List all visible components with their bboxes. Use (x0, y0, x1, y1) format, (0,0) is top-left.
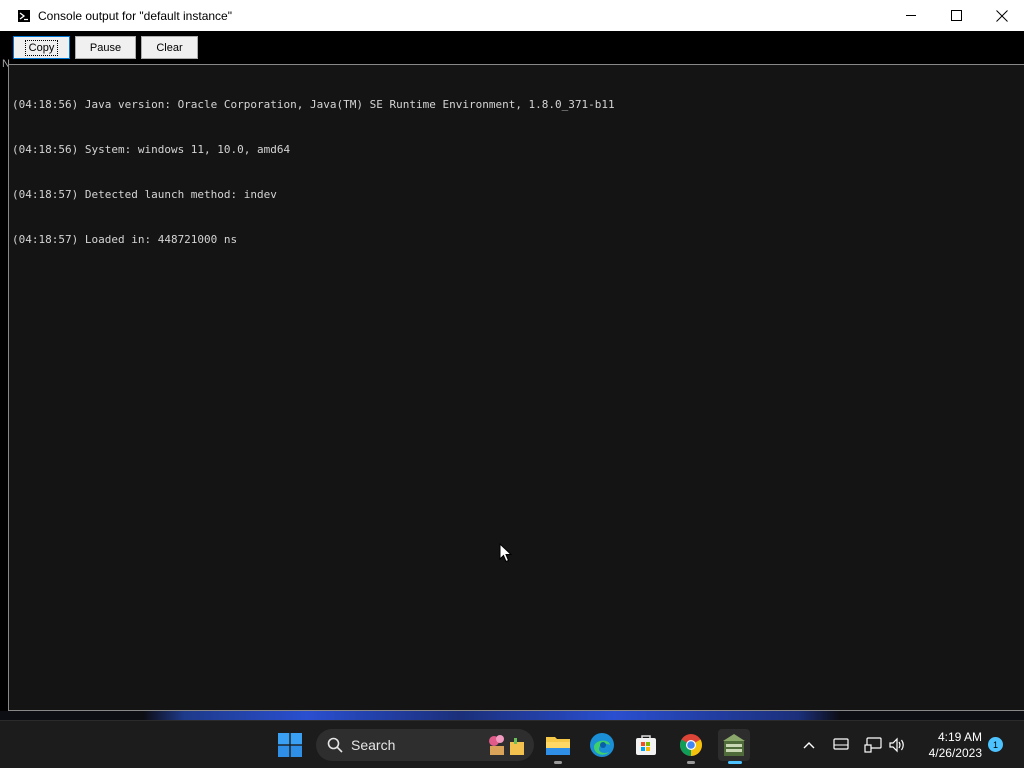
window-title: Console output for "default instance" (38, 8, 232, 23)
taskbar-file-explorer[interactable] (542, 729, 574, 764)
active-indicator (728, 761, 742, 764)
edge-browser-icon (590, 733, 614, 757)
game-app-icon (723, 734, 745, 756)
tray-network[interactable] (862, 729, 884, 761)
console-log: (04:18:56) Java version: Oracle Corporat… (12, 67, 615, 277)
pause-button[interactable]: Pause (75, 36, 136, 59)
desktop-wallpaper (0, 711, 1024, 720)
running-indicator (554, 761, 562, 764)
toolbar: Copy Pause Clear (0, 31, 1024, 64)
clear-button-label: Clear (156, 41, 183, 54)
notification-badge[interactable]: 1 (988, 737, 1003, 752)
file-explorer-icon (546, 737, 570, 755)
volume-icon (889, 737, 904, 753)
tray-volume[interactable] (886, 729, 908, 761)
windows-start-icon (278, 733, 302, 757)
copy-button-label: Copy (24, 39, 59, 56)
minimize-button[interactable] (889, 0, 934, 31)
log-line: (04:18:56) Java version: Oracle Corporat… (12, 98, 615, 111)
taskbar-chrome[interactable] (675, 729, 707, 764)
chrome-icon (680, 734, 702, 756)
pause-button-label: Pause (89, 41, 122, 54)
search-highlight-icon (489, 735, 524, 755)
taskbar: Search 4:19 AM 4/26/2023 (0, 720, 1024, 768)
show-hidden-icons[interactable] (798, 729, 820, 761)
copy-button[interactable]: Copy (13, 36, 70, 59)
clock-date: 4/26/2023 (928, 746, 982, 760)
taskbar-edge[interactable] (586, 729, 618, 761)
microsoft-store-icon (636, 735, 656, 755)
window-controls (889, 0, 1024, 31)
log-line: (04:18:56) System: windows 11, 10.0, amd… (12, 143, 291, 156)
maximize-button[interactable] (934, 0, 979, 31)
search-placeholder: Search (351, 737, 396, 753)
log-line: (04:18:57) Loaded in: 448721000 ns (12, 233, 238, 246)
taskbar-search[interactable]: Search (316, 729, 534, 761)
tray-display[interactable] (830, 729, 852, 761)
display-icon (833, 738, 849, 750)
network-icon (864, 737, 882, 753)
log-line: (04:18:57) Detected launch method: indev (12, 188, 277, 201)
clear-button[interactable]: Clear (141, 36, 198, 59)
close-icon (995, 9, 1008, 22)
maximize-icon (951, 10, 962, 21)
chevron-up-icon (803, 742, 815, 749)
taskbar-game-app[interactable] (718, 729, 750, 764)
start-button[interactable] (274, 729, 306, 761)
terminal-icon (18, 9, 30, 22)
console-window: Console output for "default instance" Co… (0, 0, 1024, 720)
title-bar[interactable]: Console output for "default instance" (0, 0, 1024, 31)
system-clock[interactable]: 4:19 AM 4/26/2023 (916, 729, 982, 761)
minimize-icon (906, 15, 916, 16)
close-button[interactable] (979, 0, 1024, 31)
console-output[interactable]: (04:18:56) Java version: Oracle Corporat… (8, 64, 1024, 711)
taskbar-store[interactable] (630, 729, 662, 761)
mouse-cursor-icon (499, 543, 513, 563)
clock-time: 4:19 AM (937, 730, 982, 744)
running-indicator (687, 761, 695, 764)
search-icon (327, 737, 343, 753)
